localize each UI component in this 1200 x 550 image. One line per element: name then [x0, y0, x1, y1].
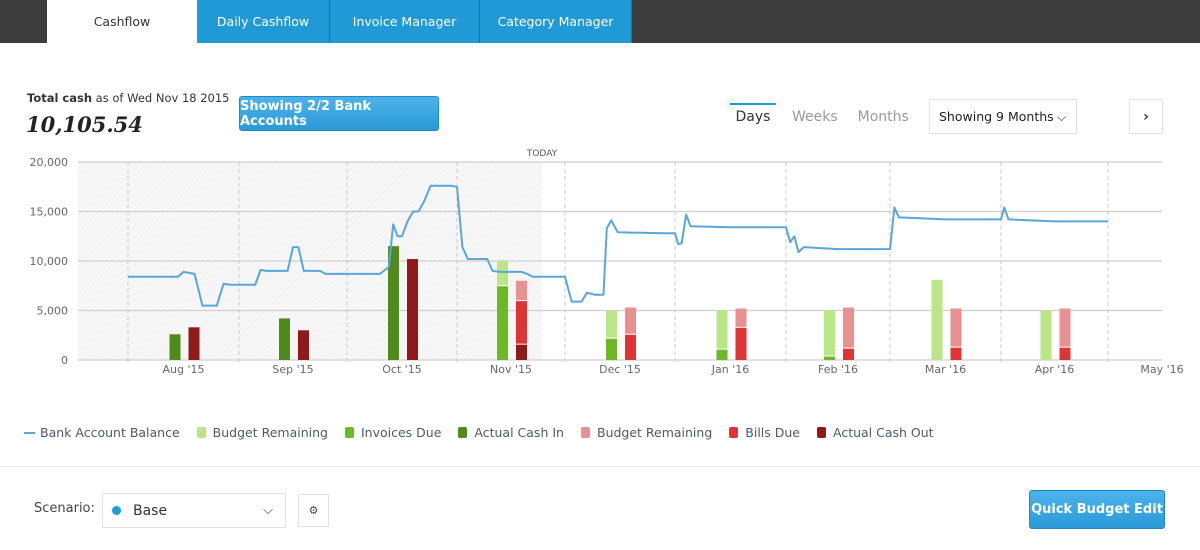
bar-bills-due-out [516, 300, 527, 345]
bar-budget-remaining-in [497, 261, 508, 286]
chart-legend: Bank Account Balance Budget Remaining Invo… [24, 425, 951, 440]
range-tab-weeks[interactable]: Weeks [792, 103, 838, 131]
bar-invoices-due-in [497, 285, 508, 360]
legend-item-invoices-due[interactable]: Invoices Due [344, 425, 442, 440]
bar-budget-remaining-in [931, 279, 943, 360]
y-tick-label: 15,000 [30, 206, 69, 219]
bar-bills-due-out [1059, 347, 1071, 360]
tab-category-manager[interactable]: Category Manager [480, 0, 632, 43]
bar-actual-cash-out-out [516, 344, 527, 360]
legend-swatch [816, 427, 826, 438]
bar-actual-cash-out-out [407, 259, 418, 360]
x-tick-label: Apr '16 [1035, 363, 1075, 376]
legend-label: Budget Remaining [596, 425, 713, 440]
bar-actual-cash-out-out [298, 330, 309, 360]
bar-budget-remaining-in [606, 310, 617, 339]
legend-item-budget-remaining[interactable]: Budget Remaining [196, 425, 328, 440]
tab-invoice-manager[interactable]: Invoice Manager [330, 0, 480, 43]
showing-months-value: Showing 9 Months [939, 109, 1054, 124]
bank-accounts-button[interactable]: Showing 2/2 Bank Accounts [239, 96, 439, 131]
bar-invoices-due-in [606, 338, 617, 360]
gear-icon: ⚙ [308, 504, 319, 517]
legend-item-actual-cash-in[interactable]: Actual Cash In [458, 425, 564, 440]
main-tabs: Cashflow Daily Cashflow Invoice Manager … [47, 0, 632, 43]
showing-months-select[interactable]: Showing 9 Months ⌵ [929, 99, 1077, 134]
bar-budget-remaining-out [843, 307, 854, 349]
bar-invoices-due-in [716, 349, 728, 360]
bar-bills-due-out [735, 327, 747, 360]
chevron-right-icon: › [1143, 108, 1149, 125]
total-cash-value: 10,105.54 [26, 112, 143, 137]
x-tick-label: Oct '15 [382, 363, 422, 376]
cashflow-chart: TODAY 0 5,000 10,000 15,000 20,000 Aug '15 Sep … [30, 149, 1184, 376]
tab-daily-cashflow[interactable]: Daily Cashflow [197, 0, 330, 43]
bar-budget-remaining-in [1040, 310, 1052, 360]
legend-swatch [196, 427, 206, 438]
x-tick-label: Sep '15 [272, 363, 313, 376]
chevron-down-icon: ⌵ [263, 503, 273, 518]
x-tick-label: Jan '16 [711, 363, 749, 376]
legend-label: Budget Remaining [212, 425, 328, 440]
legend-item-budget-remaining[interactable]: Budget Remaining [580, 425, 713, 440]
bar-budget-remaining-out [950, 308, 962, 348]
tab-cashflow[interactable]: Cashflow [47, 0, 197, 43]
range-tab-months[interactable]: Months [858, 103, 909, 131]
x-tick-label: Mar '16 [925, 363, 966, 376]
bar-budget-remaining-out [1059, 308, 1071, 348]
scenario-value: Base [133, 502, 168, 519]
legend-item-actual-cash-out[interactable]: Actual Cash Out [816, 425, 934, 440]
y-tick-label: 10,000 [30, 255, 69, 268]
chevron-down-icon: ⌵ [1056, 110, 1066, 124]
legend-swatch [24, 431, 35, 434]
total-cash-label: Total cash as of Wed Nov 18 2015 [27, 91, 230, 105]
bar-budget-remaining-in [716, 310, 728, 350]
legend-label: Actual Cash Out [832, 425, 934, 440]
bar-bills-due-out [625, 334, 636, 360]
scenario-settings-button[interactable]: ⚙ [298, 494, 329, 527]
scenario-label: Scenario: [34, 501, 95, 516]
x-tick-label: Dec '15 [599, 363, 641, 376]
x-tick-label: Aug '15 [163, 363, 205, 376]
quick-budget-edit-button[interactable]: Quick Budget Edit [1029, 490, 1165, 529]
bar-actual-cash-out-out [188, 327, 200, 360]
legend-swatch [344, 427, 354, 438]
legend-swatch [580, 427, 590, 438]
y-tick-label: 20,000 [30, 156, 69, 169]
bar-actual-cash-in-in [169, 334, 181, 360]
y-tick-label: 0 [61, 354, 68, 367]
legend-item-bills-due[interactable]: Bills Due [729, 425, 800, 440]
bar-budget-remaining-in [824, 310, 835, 357]
bar-actual-cash-in-in [279, 318, 290, 360]
scenario-color-dot [112, 506, 121, 515]
range-tabs: Days Weeks Months [730, 103, 929, 131]
y-tick-label: 5,000 [37, 305, 69, 318]
x-tick-label: May '16 [1140, 363, 1183, 376]
scenario-select[interactable]: Base ⌵ [102, 493, 286, 528]
total-cash-title: Total cash [27, 91, 93, 105]
bar-bills-due-out [843, 348, 854, 360]
range-tab-days[interactable]: Days [730, 103, 776, 131]
legend-swatch [729, 427, 739, 438]
bar-budget-remaining-out [625, 307, 636, 335]
legend-label: Bank Account Balance [40, 425, 180, 440]
legend-item-bank-account-balance[interactable]: Bank Account Balance [24, 425, 180, 440]
today-label: TODAY [526, 149, 558, 159]
footer-divider [0, 466, 1200, 467]
legend-swatch [458, 427, 468, 438]
legend-label: Actual Cash In [474, 425, 564, 440]
bar-budget-remaining-out [516, 280, 527, 301]
bar-invoices-due-in [824, 356, 835, 360]
bar-budget-remaining-out [735, 308, 747, 328]
total-cash-date: as of Wed Nov 18 2015 [92, 91, 230, 105]
x-tick-label: Nov '15 [490, 363, 532, 376]
x-tick-label: Feb '16 [818, 363, 858, 376]
legend-label: Invoices Due [360, 425, 442, 440]
bar-bills-due-out [950, 347, 962, 360]
legend-label: Bills Due [745, 425, 800, 440]
next-period-button[interactable]: › [1129, 99, 1163, 134]
